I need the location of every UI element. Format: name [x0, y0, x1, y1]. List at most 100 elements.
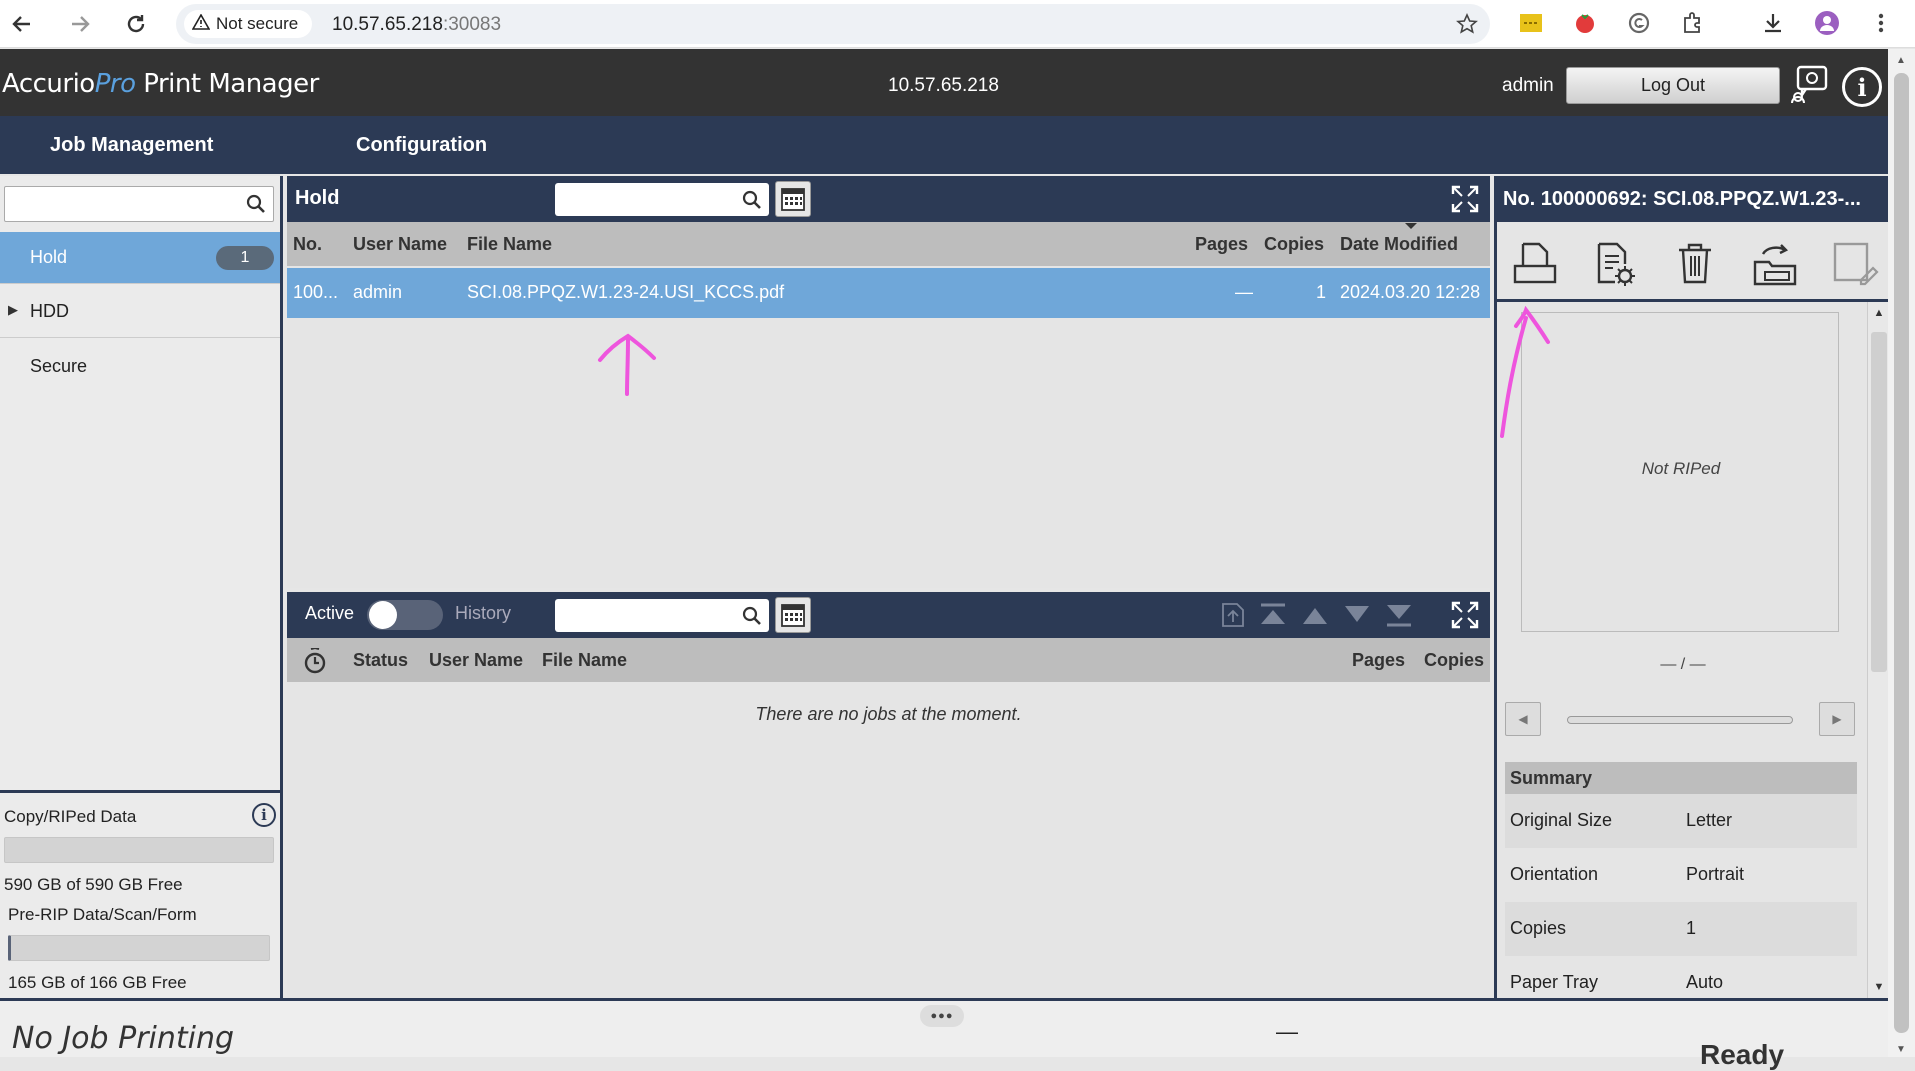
sidebar-item-label: Hold	[30, 247, 68, 267]
job-settings-icon[interactable]	[1591, 240, 1639, 288]
forward-icon[interactable]	[64, 8, 96, 40]
page-scrollbar[interactable]: ▲ ▼	[1888, 49, 1915, 1057]
address-bar[interactable]: Not secure 10.57.65.218:30083	[176, 4, 1490, 44]
col-header-file-name[interactable]: File Name	[467, 234, 552, 255]
download-icon[interactable]	[1760, 10, 1786, 36]
expand-panel-icon[interactable]	[1450, 600, 1480, 630]
summary-key: Paper Tray	[1510, 972, 1599, 992]
col-header-pages[interactable]: Pages	[1352, 650, 1405, 671]
extensions-puzzle-icon[interactable]	[1680, 10, 1706, 36]
search-icon[interactable]	[741, 605, 763, 627]
col-header-user-name[interactable]: User Name	[353, 234, 447, 255]
page-counter: — / —	[1660, 656, 1706, 673]
edit-job-icon[interactable]	[1831, 240, 1879, 288]
calendar-filter-button[interactable]	[775, 181, 811, 217]
prev-page-button[interactable]: ◀	[1505, 702, 1541, 736]
job-detail-panel: No. 100000692: SCI.08.PPQZ.W1.23-... Not…	[1494, 176, 1891, 998]
hold-job-panel: Hold No. User Name File Name Pages Copie…	[287, 176, 1490, 588]
extension-grammar-icon[interactable]	[1626, 10, 1652, 36]
expand-arrow-icon[interactable]: ▶	[8, 302, 18, 318]
move-job-icon[interactable]	[1751, 240, 1799, 288]
move-up-icon[interactable]	[1299, 600, 1331, 630]
col-header-file-name[interactable]: File Name	[542, 650, 627, 671]
back-icon[interactable]	[6, 8, 38, 40]
calendar-icon	[781, 188, 805, 211]
bookmark-star-icon[interactable]	[1454, 11, 1480, 37]
scroll-up-icon[interactable]: ▲	[1896, 55, 1906, 66]
col-header-date-modified[interactable]: Date Modified	[1340, 234, 1458, 255]
summary-key: Copies	[1510, 918, 1567, 938]
job-detail-title: No. 100000692: SCI.08.PPQZ.W1.23-...	[1497, 176, 1891, 222]
col-header-pages[interactable]: Pages	[1195, 234, 1248, 255]
folder-search-input[interactable]	[4, 186, 274, 222]
history-label: History	[455, 603, 512, 623]
cell-pages: —	[1235, 282, 1253, 302]
url-text[interactable]: 10.57.65.218:30083	[332, 14, 501, 36]
storage-info-icon[interactable]: i	[252, 803, 276, 827]
active-panel-header: Active History	[287, 592, 1490, 638]
extension-tomato-icon[interactable]	[1572, 10, 1598, 36]
extension-notes-icon[interactable]	[1518, 10, 1544, 36]
scroll-up-icon[interactable]: ▲	[1871, 304, 1887, 322]
next-page-button[interactable]: ▶	[1819, 702, 1855, 736]
delete-icon[interactable]	[1671, 240, 1719, 288]
app-header: AccurioPro Print Manager 10.57.65.218 ad…	[0, 49, 1888, 116]
sidebar-item-secure[interactable]: Secure	[0, 340, 280, 392]
detail-scrollbar[interactable]: ▲ ▼	[1867, 302, 1889, 998]
summary-value: Letter	[1686, 810, 1733, 830]
col-header-copies[interactable]: Copies	[1424, 650, 1484, 671]
reload-icon[interactable]	[120, 8, 152, 40]
col-header-no[interactable]: No.	[293, 234, 322, 255]
cell-file-name: SCI.08.PPQZ.W1.23-24.USI_KCCS.pdf	[467, 282, 785, 302]
scroll-down-icon[interactable]: ▼	[1871, 978, 1887, 996]
active-search-input[interactable]	[555, 599, 769, 632]
info-icon[interactable]: i	[1842, 67, 1882, 107]
sidebar-item-hdd[interactable]: ▶ HDD	[0, 286, 280, 338]
sidebar-item-hold[interactable]: Hold 1	[0, 232, 280, 284]
caret-right-icon: ▶	[1832, 712, 1842, 726]
tab-configuration[interactable]: Configuration	[356, 134, 487, 157]
col-header-user-name[interactable]: User Name	[429, 650, 523, 671]
print-job-icon[interactable]	[1511, 240, 1559, 288]
active-job-panel: Active History Status User Name File Nam…	[287, 592, 1490, 998]
browser-menu-icon[interactable]	[1868, 10, 1894, 36]
search-icon[interactable]	[741, 189, 763, 211]
job-summary: Summary Original Size Letter Orientation P…	[1505, 762, 1857, 1010]
active-label: Active	[305, 603, 355, 623]
printing-status: No Job Printing	[12, 1021, 235, 1056]
logout-button[interactable]: Log Out	[1566, 67, 1780, 104]
hold-panel-title: Hold	[295, 187, 340, 209]
search-icon[interactable]	[245, 193, 267, 215]
drag-handle-icon[interactable]: ●●●	[920, 1005, 964, 1027]
calendar-filter-button[interactable]	[775, 597, 811, 633]
scrollbar-thumb[interactable]	[1894, 73, 1909, 1033]
storage-usage: Copy/RIPed Data i 590 GB of 590 GB Free …	[0, 790, 280, 998]
table-row[interactable]: 100... admin SCI.08.PPQZ.W1.23-24.USI_KC…	[287, 268, 1490, 318]
security-chip[interactable]: Not secure	[184, 10, 313, 38]
move-to-top-icon[interactable]	[1257, 600, 1289, 630]
output-job-icon[interactable]	[1217, 600, 1249, 630]
page-slider[interactable]	[1567, 716, 1793, 724]
folder-sidebar: Hold 1 ▶ HDD Secure Copy/RIPed Data i 59…	[0, 176, 283, 998]
profile-avatar-icon[interactable]	[1814, 10, 1840, 36]
clock-icon[interactable]	[303, 648, 327, 674]
remote-help-icon[interactable]	[1788, 63, 1830, 105]
cell-copies: 1	[1316, 282, 1327, 302]
empty-message: There are no jobs at the moment.	[755, 704, 1022, 724]
warning-icon	[191, 12, 211, 35]
main-nav: Job Management Configuration	[0, 116, 1888, 174]
summary-key: Original Size	[1510, 810, 1613, 830]
move-down-icon[interactable]	[1341, 600, 1373, 630]
move-to-bottom-icon[interactable]	[1383, 600, 1415, 630]
expand-panel-icon[interactable]	[1450, 184, 1480, 214]
scroll-down-icon[interactable]: ▼	[1896, 1044, 1906, 1055]
col-header-status[interactable]: Status	[353, 650, 408, 671]
active-history-toggle[interactable]	[367, 600, 443, 630]
hold-search-input[interactable]	[555, 183, 769, 216]
col-header-copies[interactable]: Copies	[1264, 234, 1324, 255]
scrollbar-thumb[interactable]	[1871, 332, 1887, 672]
sidebar-item-label: Secure	[30, 355, 88, 376]
tab-job-management[interactable]: Job Management	[50, 134, 213, 157]
preview-status: Not RIPed	[1641, 459, 1721, 478]
logo-text-pro: Pro	[94, 69, 136, 99]
